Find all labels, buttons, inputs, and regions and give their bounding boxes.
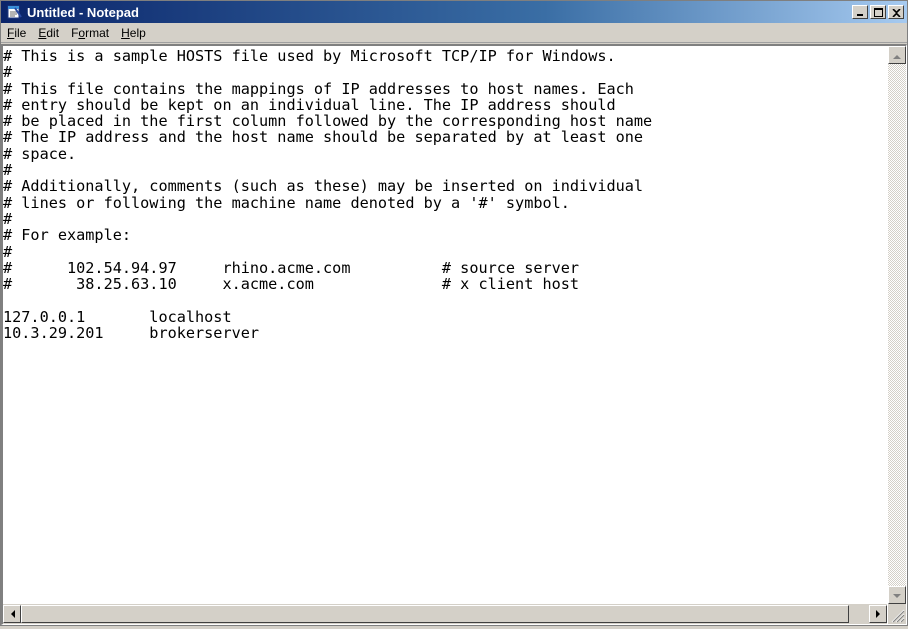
text-line: # space. (3, 144, 77, 163)
menu-help[interactable]: Help (115, 24, 152, 42)
menu-file[interactable]: File (1, 24, 32, 42)
arrow-up-icon (893, 46, 901, 64)
title-bar[interactable]: Untitled - Notepad (1, 1, 907, 23)
menu-edit-rest: dit (46, 25, 60, 40)
text-line: # (3, 242, 13, 261)
scroll-up-button[interactable] (888, 46, 906, 64)
text-line: # entry should be kept on an individual … (3, 95, 616, 114)
menu-help-rest: elp (129, 25, 146, 40)
horizontal-scrollbar[interactable] (3, 604, 887, 624)
notepad-window: Untitled - Notepad File Edit Format Help… (0, 0, 908, 626)
close-button[interactable] (888, 5, 904, 19)
text-line: # (3, 161, 13, 180)
scroll-down-button[interactable] (888, 586, 906, 604)
menu-bar: File Edit Format Help (1, 23, 907, 43)
menu-format[interactable]: Format (65, 24, 115, 42)
maximize-button[interactable] (870, 5, 886, 19)
text-editor[interactable]: # This is a sample HOSTS file used by Mi… (1, 44, 907, 625)
horizontal-scroll-thumb[interactable] (21, 605, 849, 623)
text-line: # 38.25.63.10 x.acme.com # x client host (3, 275, 580, 294)
text-line (3, 292, 887, 308)
text-line: # (3, 209, 13, 228)
scroll-left-button[interactable] (3, 605, 21, 623)
text-content[interactable]: # This is a sample HOSTS file used by Mi… (3, 46, 887, 604)
text-line: # 102.54.94.97 rhino.acme.com # source s… (3, 258, 580, 277)
menu-edit[interactable]: Edit (32, 24, 65, 42)
menu-file-rest: ile (14, 25, 27, 40)
vertical-scrollbar[interactable] (888, 46, 906, 604)
text-line: 10.3.29.201 brokerserver (3, 324, 260, 343)
menu-help-accel: H (121, 25, 130, 40)
resize-grip-icon (888, 609, 906, 628)
text-line: # This is a sample HOSTS file used by Mi… (3, 47, 616, 65)
minimize-button[interactable] (852, 5, 868, 19)
text-line: # The IP address and the host name shoul… (3, 128, 644, 147)
text-line: # This file contains the mappings of IP … (3, 79, 634, 98)
text-line: # be placed in the first column followed… (3, 112, 653, 131)
text-line: # For example: (3, 226, 132, 245)
maximize-icon (873, 5, 883, 20)
caption-buttons (852, 5, 904, 19)
size-grip[interactable] (888, 604, 906, 624)
notepad-icon[interactable] (5, 3, 23, 21)
window-title: Untitled - Notepad (27, 4, 139, 20)
arrow-left-icon (10, 605, 15, 623)
arrow-down-icon (893, 586, 901, 604)
text-line: # lines or following the machine name de… (3, 193, 570, 212)
scroll-right-button[interactable] (869, 605, 887, 623)
minimize-icon (856, 5, 864, 20)
arrow-right-icon (875, 605, 881, 623)
text-line: 127.0.0.1 localhost (3, 307, 232, 326)
menu-format-rest: rmat (85, 25, 110, 40)
text-line: # Additionally, comments (such as these)… (3, 177, 644, 196)
close-icon (891, 5, 901, 20)
text-line: # (3, 63, 13, 82)
